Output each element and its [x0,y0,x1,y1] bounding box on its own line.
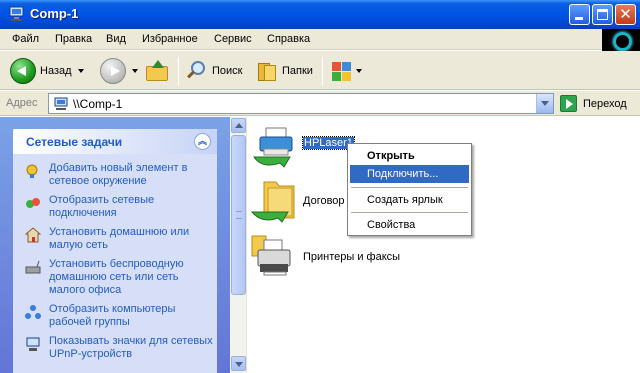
ctx-properties[interactable]: Свойства [350,216,469,234]
context-menu: Открыть Подключить... Создать ярлык Свой… [347,143,472,236]
task-home-network[interactable]: Установить домашнюю или малую сеть [25,226,215,252]
folder-up-icon [146,60,170,82]
vertical-scrollbar[interactable] [230,117,247,373]
ctx-connect[interactable]: Подключить... [350,165,469,183]
forward-button[interactable] [100,55,138,87]
menu-view[interactable]: Вид [106,33,126,45]
folders-label: Папки [282,65,313,77]
network-tasks-header[interactable]: Сетевые задачи ︽ [13,129,217,154]
search-icon [186,60,208,82]
collapse-chevron-icon[interactable]: ︽ [194,133,211,150]
title-bar[interactable]: Comp-1 ✕ [0,0,640,29]
folders-button[interactable]: Папки [256,55,313,87]
item-label[interactable]: Договор [303,195,345,207]
up-folder-button[interactable] [146,55,170,87]
ctx-open[interactable]: Открыть [350,147,469,165]
task-label: Установить беспроводную домашнюю сеть ил… [49,258,184,296]
network-computer-icon [9,6,24,21]
menu-help[interactable]: Справка [267,33,310,45]
menu-tools[interactable]: Сервис [214,33,252,45]
ctx-create-shortcut[interactable]: Создать ярлык [350,191,469,209]
back-dropdown-icon[interactable] [77,69,84,73]
network-tasks-title: Сетевые задачи [26,135,123,149]
add-network-place-icon [26,164,38,178]
workgroup-computers-icon [25,305,41,319]
toolbar-separator [178,57,179,85]
address-input[interactable]: \\Comp-1 [48,93,554,114]
scroll-thumb[interactable] [231,135,246,295]
windows-logo-icon [613,32,632,51]
toolbar: Назад Поиск Папки [0,51,640,90]
task-add-network-place[interactable]: Добавить новый элемент в сетевое окружен… [25,162,215,188]
maximize-icon [597,9,608,20]
back-arrow-icon [10,58,36,84]
search-button[interactable]: Поиск [186,55,242,87]
back-label: Назад [40,65,72,77]
go-label: Переход [583,97,627,110]
task-label: Показывать значки для сетевых UPnP-устро… [49,335,213,360]
wireless-network-icon [25,260,41,274]
views-dropdown-icon [356,69,362,73]
scroll-down-icon[interactable] [231,356,246,371]
views-icon [331,60,353,82]
maximize-button[interactable] [592,4,613,25]
task-upnp-devices[interactable]: Показывать значки для сетевых UPnP-устро… [25,335,215,361]
task-label: Установить домашнюю или малую сеть [49,226,190,251]
close-button[interactable]: ✕ [615,4,636,25]
forward-dropdown-icon[interactable] [132,69,138,73]
printers-faxes-icon [251,235,291,276]
ctx-separator [351,212,468,213]
search-label: Поиск [212,65,243,77]
task-pane: Сетевые задачи ︽ Добавить новый элемент … [0,117,230,373]
window-title: Comp-1 [30,6,79,21]
toolbar-separator [322,57,323,85]
task-wireless-network[interactable]: Установить беспроводную домашнюю сеть ил… [25,258,215,297]
upnp-devices-icon [26,337,40,351]
home-network-icon [25,227,41,243]
go-button[interactable]: Переход [560,93,627,114]
explorer-window: Comp-1 ✕ Файл Правка Вид Избранное Серви… [0,0,640,373]
item-label[interactable]: Принтеры и факсы [303,251,400,263]
menu-edit[interactable]: Правка [55,33,92,45]
address-label: Адрес [6,97,38,109]
task-workgroup-computers[interactable]: Отобразить компьютеры рабочей группы [25,303,215,329]
network-tasks-panel: Сетевые задачи ︽ Добавить новый элемент … [13,129,217,373]
task-label: Отобразить сетевые подключения [49,194,155,219]
shared-folder-icon [250,181,295,223]
ctx-separator [351,187,468,188]
forward-arrow-icon [100,58,126,84]
menu-favorites[interactable]: Избранное [142,33,198,45]
back-button[interactable]: Назад [10,55,84,87]
views-button[interactable] [331,55,362,87]
menu-bar: Файл Правка Вид Избранное Сервис Справка [0,29,640,50]
close-icon: ✕ [619,6,632,23]
scroll-up-icon[interactable] [231,118,246,133]
task-network-connections[interactable]: Отобразить сетевые подключения [25,194,215,220]
shared-printer-icon [253,127,293,168]
folders-icon [256,60,278,82]
task-label: Добавить новый элемент в сетевое окружен… [49,162,188,187]
address-bar: Адрес \\Comp-1 Переход [0,91,640,116]
network-connections-icon [26,198,40,208]
address-dropdown-icon[interactable] [536,94,553,113]
network-computer-icon [54,97,68,110]
minimize-button[interactable] [569,4,590,25]
menu-file[interactable]: Файл [12,33,39,45]
address-value[interactable]: \\Comp-1 [73,97,122,111]
minimize-icon [575,17,583,20]
task-label: Отобразить компьютеры рабочей группы [49,303,176,328]
go-arrow-icon [560,95,577,112]
